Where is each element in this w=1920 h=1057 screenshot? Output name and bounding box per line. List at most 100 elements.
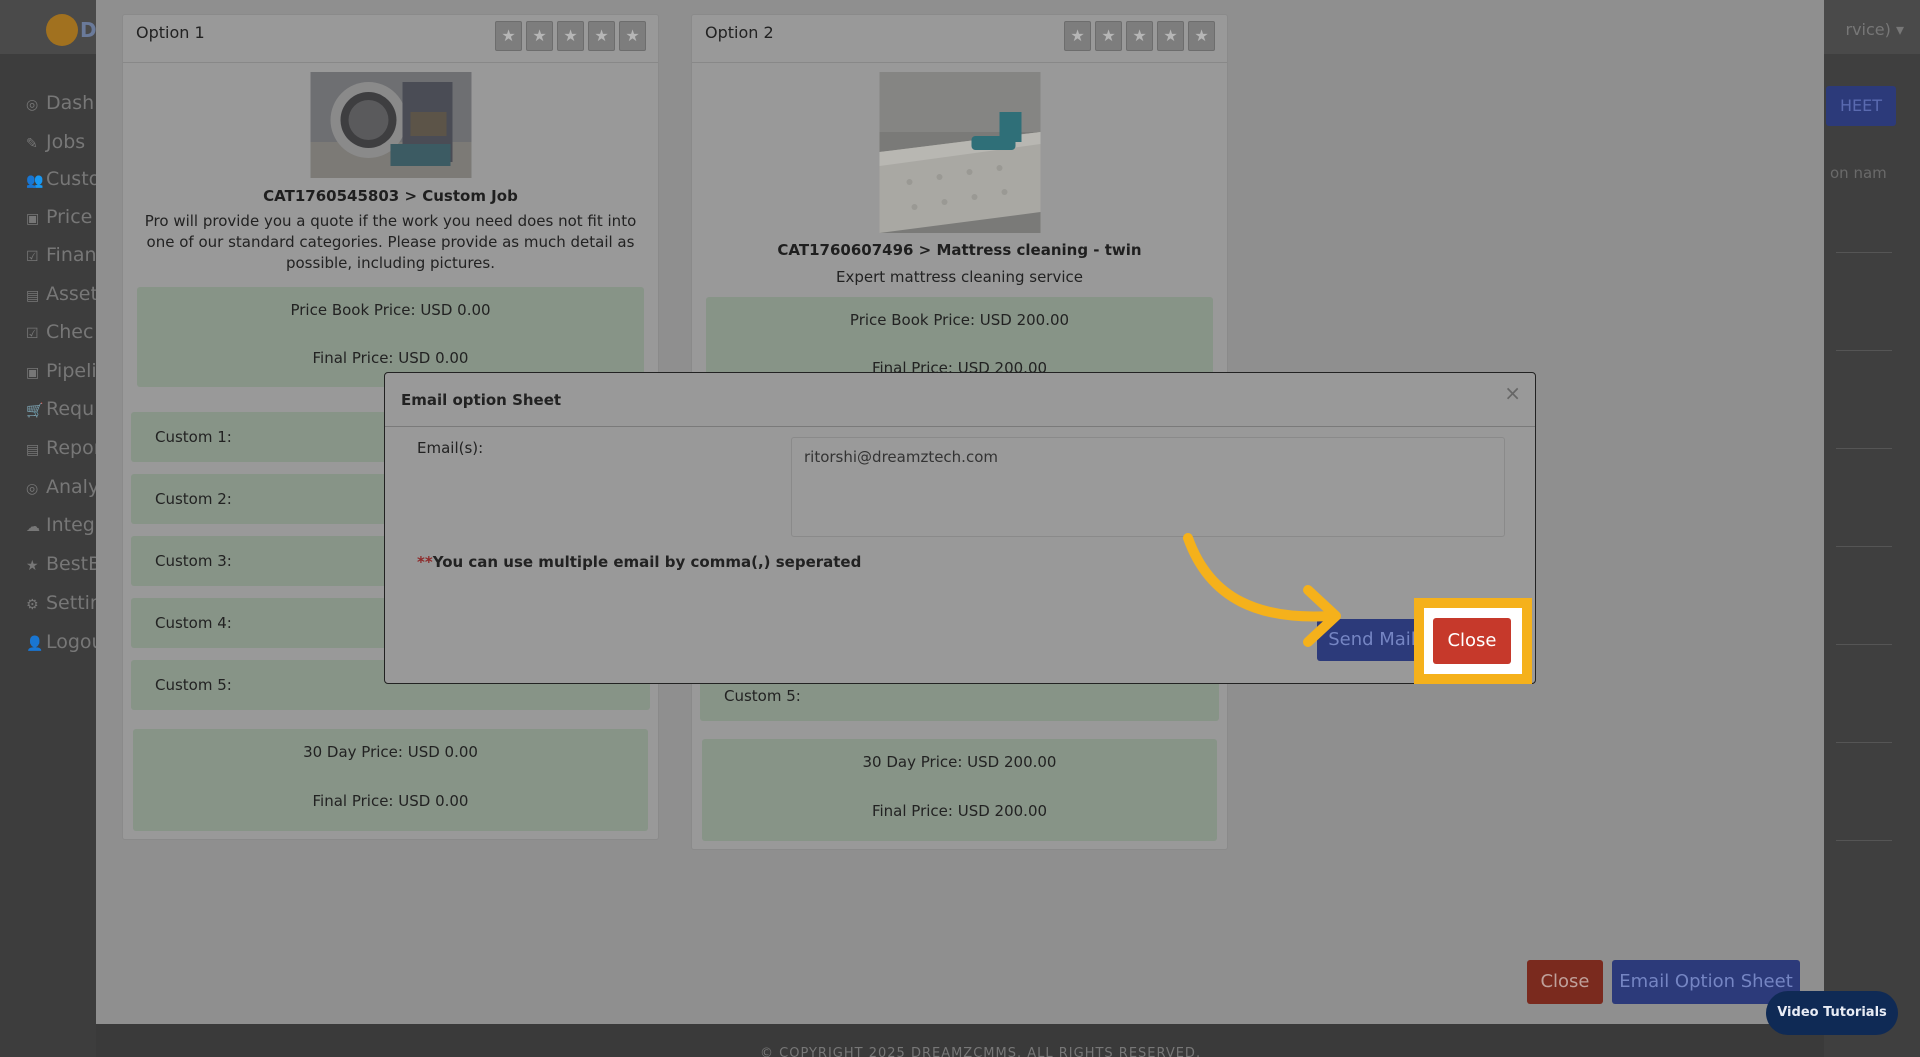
option-image [879, 72, 1040, 233]
annotation-arrow-icon [1183, 533, 1341, 647]
dialog-header: Email option Sheet × [385, 373, 1535, 427]
sidebar-item-label: Custo [46, 168, 101, 190]
sidebar-item-icon: ▤ [26, 288, 40, 304]
sidebar-item[interactable]: ⚙ Settin [26, 592, 102, 614]
sidebar-item-label: Asset [46, 283, 98, 305]
sidebar-item[interactable]: 👤 Logou [26, 631, 104, 653]
highlight-inner: Close [1424, 608, 1522, 674]
sidebar-item-icon: 👥 [26, 173, 44, 189]
divider [1836, 350, 1892, 351]
close-icon[interactable]: × [1504, 381, 1521, 405]
user-menu[interactable]: rvice) ▾ [1846, 20, 1905, 39]
sidebar-item[interactable]: 👥 Custo [26, 168, 100, 190]
star-icon[interactable]: ★ [1064, 21, 1091, 51]
sidebar-item-icon: ☑ [26, 249, 39, 265]
star-icon[interactable]: ★ [1188, 21, 1215, 51]
sidebar-item-label: Dash [46, 92, 95, 114]
star-icon[interactable]: ★ [1126, 21, 1153, 51]
rating-stars[interactable]: ★ ★ ★ ★ ★ [1064, 21, 1215, 51]
divider [1836, 252, 1892, 253]
final-price: Final Price: USD 200.00 [871, 359, 1048, 377]
sidebar-item-label: Integ [46, 514, 95, 536]
sidebar-item-label: Repor [46, 437, 102, 459]
sidebar-item-label: Logou [46, 631, 104, 653]
final-price: Final Price: USD 0.00 [312, 792, 469, 810]
star-icon[interactable]: ★ [495, 21, 522, 51]
sidebar: ◎ Dash ✎ Jobs 👥 Custo ▣ Price ☑ Finan ▤ Asset ☑ Chec ▣… [0, 54, 104, 1057]
price-book-price: Price Book Price: USD 0.00 [290, 301, 491, 319]
sidebar-item-label: Price [46, 206, 93, 228]
sidebar-item-icon: ★ [26, 558, 39, 574]
sidebar-item-label: Chec [46, 321, 94, 343]
star-icon[interactable]: ★ [557, 21, 584, 51]
divider [1836, 644, 1892, 645]
option-header: Option 2 ★ ★ ★ ★ ★ [692, 15, 1227, 63]
sidebar-item-label: Requ [46, 398, 95, 420]
sidebar-item-icon: ☁ [26, 519, 40, 535]
sidebar-item-label: Jobs [46, 131, 86, 153]
email-option-sheet-dialog: Email option Sheet × Email(s): ritorshi@… [384, 372, 1536, 684]
email-field[interactable]: ritorshi@dreamztech.com [791, 437, 1505, 537]
sidebar-item-icon: ☑ [26, 326, 39, 342]
option-category: CAT1760545803 > Custom Job [263, 187, 518, 205]
star-icon[interactable]: ★ [1157, 21, 1184, 51]
sidebar-item[interactable]: ▣ Price [26, 206, 92, 228]
sidebar-item[interactable]: ★ BestB [26, 553, 101, 575]
sidebar-item-icon: ▣ [26, 365, 40, 381]
sidebar-item-label: BestB [46, 553, 102, 575]
final-price: Final Price: USD 200.00 [871, 802, 1048, 820]
sidebar-item-label: Pipeli [46, 360, 97, 382]
sidebar-item-icon: ⚙ [26, 597, 39, 613]
option-title: Option 2 [705, 23, 774, 42]
video-tutorials-button[interactable]: Video Tutorials [1766, 991, 1898, 1035]
close-button[interactable]: Close [1527, 960, 1603, 1004]
sidebar-item-label: Analy [46, 476, 100, 498]
sidebar-item[interactable]: ☑ Chec [26, 321, 93, 343]
required-marker: ** [417, 553, 433, 571]
option-header: Option 1 ★ ★ ★ ★ ★ [123, 15, 658, 63]
30-day-price: 30 Day Price: USD 0.00 [303, 743, 478, 761]
sidebar-item[interactable]: ▤ Asset [26, 283, 98, 305]
sidebar-item-icon: 👤 [26, 636, 44, 652]
sidebar-item[interactable]: ▤ Repor [26, 437, 102, 459]
final-price: Final Price: USD 0.00 [312, 349, 469, 367]
sidebar-item[interactable]: ▣ Pipeli [26, 360, 97, 382]
email-label: Email(s): [417, 439, 484, 457]
logo-icon [46, 14, 78, 46]
sidebar-item[interactable]: 🛒 Requ [26, 398, 94, 420]
sidebar-item[interactable]: ☑ Finan [26, 244, 97, 266]
sidebar-item[interactable]: ◎ Dash [26, 92, 94, 114]
divider [1836, 742, 1892, 743]
sidebar-item-icon: 🛒 [26, 403, 44, 419]
star-icon[interactable]: ★ [588, 21, 615, 51]
option-category: CAT1760607496 > Mattress cleaning - twin [777, 241, 1142, 259]
option-description: Expert mattress cleaning service [836, 268, 1083, 286]
email-help-note: **You can use multiple email by comma(,)… [417, 553, 861, 571]
sidebar-item-icon: ◎ [26, 481, 39, 497]
logo-text: D [80, 18, 97, 42]
option-image [310, 72, 471, 178]
divider [1836, 448, 1892, 449]
star-icon[interactable]: ★ [1095, 21, 1122, 51]
price-book-price: Price Book Price: USD 200.00 [849, 311, 1070, 329]
background-content [1824, 54, 1920, 1057]
price-box-bottom: 30 Day Price: USD 0.00 Final Price: USD … [133, 729, 648, 831]
background-sheet-button[interactable]: HEET [1826, 86, 1896, 126]
rating-stars[interactable]: ★ ★ ★ ★ ★ [495, 21, 646, 51]
divider [1836, 546, 1892, 547]
star-icon[interactable]: ★ [526, 21, 553, 51]
sidebar-item-label: Finan [46, 244, 97, 266]
price-box-bottom: 30 Day Price: USD 200.00 Final Price: US… [702, 739, 1217, 841]
sidebar-item[interactable]: ✎ Jobs [26, 131, 85, 153]
sidebar-item-icon: ✎ [26, 136, 38, 152]
note-text: You can use multiple email by comma(,) s… [432, 553, 862, 571]
star-icon[interactable]: ★ [619, 21, 646, 51]
option-description: Pro will provide you a quote if the work… [144, 212, 637, 272]
highlight-frame: Close [1414, 598, 1532, 684]
dialog-close-button[interactable]: Close [1433, 618, 1511, 664]
option-title: Option 1 [136, 23, 205, 42]
sidebar-item-label: Settin [46, 592, 102, 614]
sidebar-item[interactable]: ☁ Integ [26, 514, 95, 536]
sidebar-item[interactable]: ◎ Analy [26, 476, 99, 498]
copyright: © COPYRIGHT 2025 DREAMZCMMS. ALL RIGHTS … [760, 1046, 1202, 1057]
